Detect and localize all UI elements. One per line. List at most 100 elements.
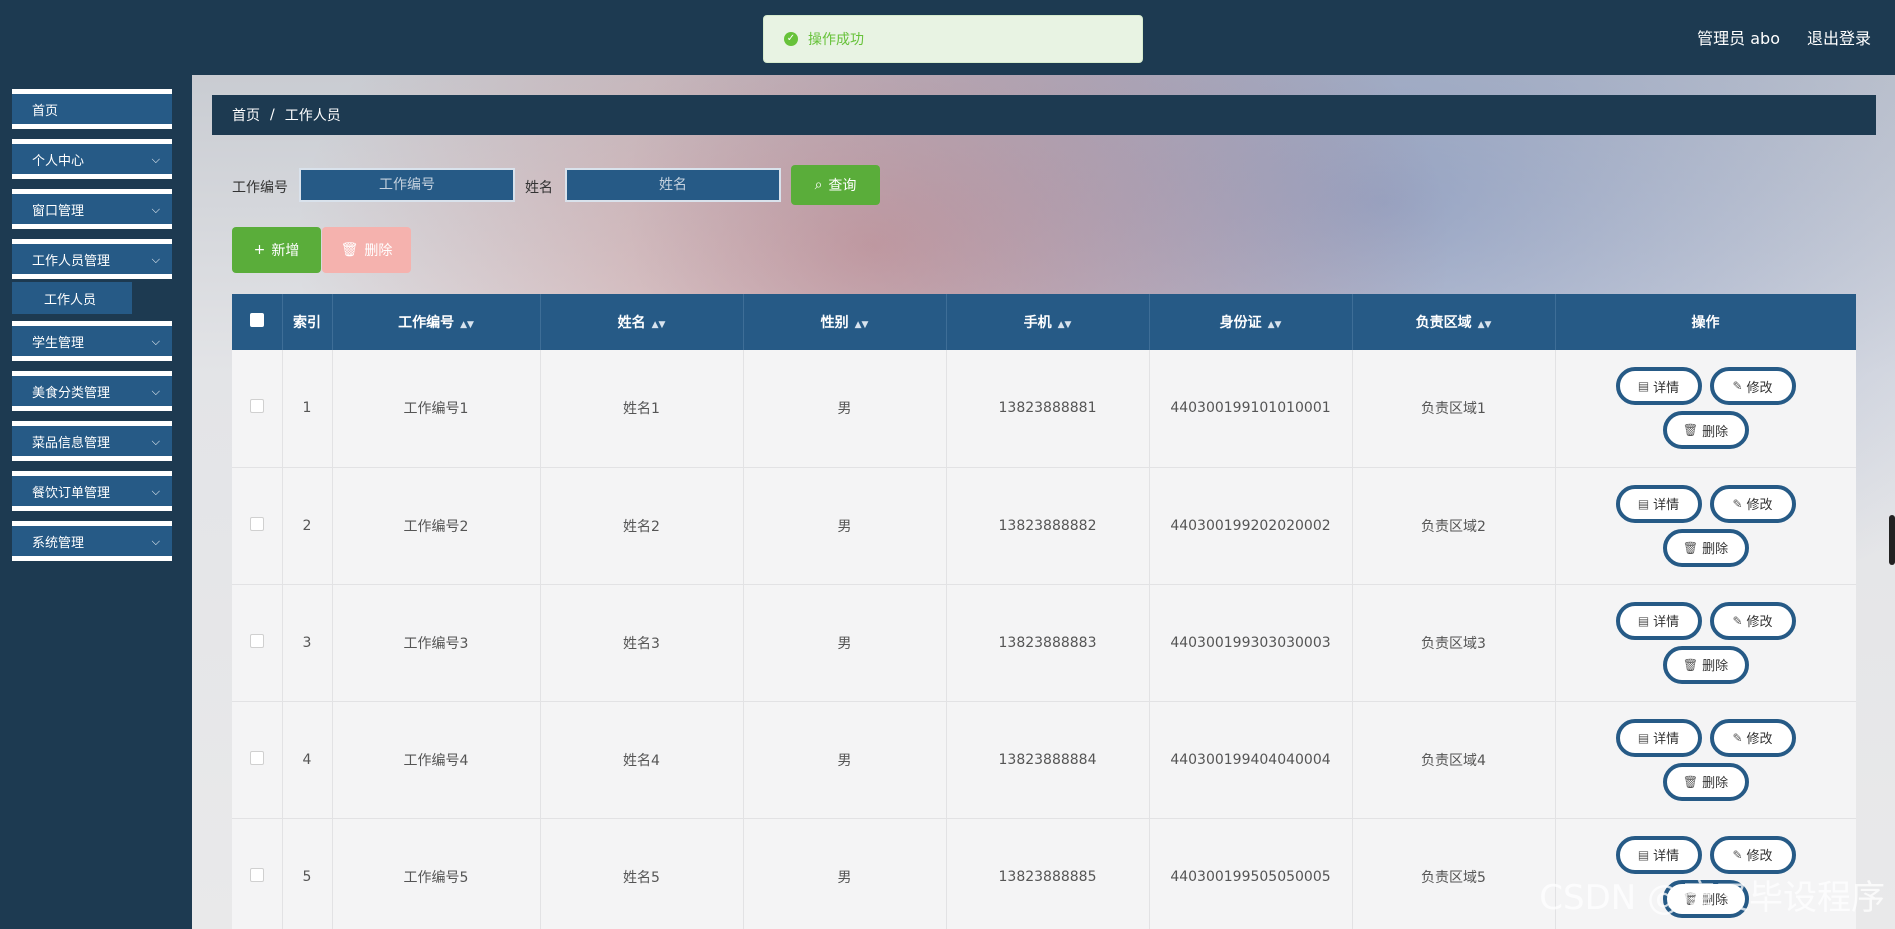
sidebar-item-profile[interactable]: 个人中心 ⌵ (12, 139, 172, 179)
breadcrumb-current: 工作人员 (284, 108, 341, 124)
edit-icon: ✎ (1732, 613, 1743, 628)
row-select-cell (232, 350, 283, 468)
cell-index: 3 (282, 584, 333, 702)
query-button[interactable]: ⌕ 查询 (791, 165, 880, 205)
batch-delete-label: 删除 (364, 243, 393, 259)
edit-button[interactable]: ✎ 修改 (1709, 835, 1796, 874)
detail-button[interactable]: ▤ 详情 (1615, 601, 1702, 640)
detail-button[interactable]: ▤ 详情 (1615, 718, 1702, 757)
name-search-label: 姓名 (525, 180, 553, 196)
edit-button[interactable]: ✎ 修改 (1709, 601, 1796, 640)
col-code[interactable]: 工作编号 ▲▼ (332, 294, 541, 350)
edit-icon: ✎ (1732, 730, 1743, 745)
edit-label: 修改 (1746, 732, 1773, 747)
cell-name: 姓名3 (540, 584, 744, 702)
sidebar-item-orders[interactable]: 餐饮订单管理 ⌵ (12, 471, 172, 511)
chevron-down-icon: ⌵ (151, 485, 160, 498)
cell-phone: 13823888884 (946, 701, 1150, 819)
cell-id-card: 440300199101010001 (1149, 350, 1353, 468)
code-search-input[interactable] (299, 168, 515, 202)
row-checkbox[interactable] (249, 633, 264, 648)
edit-button[interactable]: ✎ 修改 (1709, 718, 1796, 757)
chevron-down-icon: ⌵ (151, 153, 160, 166)
sort-icon[interactable]: ▲▼ (460, 320, 474, 330)
cell-gender: 男 (743, 350, 947, 468)
sidebar-item-food-category[interactable]: 美食分类管理 ⌵ (12, 371, 172, 411)
cell-gender: 男 (743, 584, 947, 702)
col-name[interactable]: 姓名 ▲▼ (540, 294, 744, 350)
sidebar-item-label: 菜品信息管理 (32, 435, 111, 451)
delete-button[interactable]: 🗑 删除 (1662, 762, 1749, 801)
sidebar-item-label: 餐饮订单管理 (32, 485, 111, 501)
code-search-label: 工作编号 (232, 180, 288, 196)
breadcrumb: 首页 / 工作人员 (212, 95, 1876, 135)
col-area[interactable]: 负责区域 ▲▼ (1352, 294, 1556, 350)
delete-button[interactable]: 🗑 删除 (1662, 411, 1749, 450)
edit-label: 修改 (1746, 615, 1773, 630)
cell-name: 姓名2 (540, 467, 744, 585)
delete-label: 删除 (1702, 424, 1729, 440)
delete-button[interactable]: 🗑 删除 (1662, 528, 1749, 567)
sidebar: 首页 个人中心 ⌵ 窗口管理 ⌵ 工作人员管理 ⌵ 工作人员 学生管理 ⌵ 美食… (0, 75, 192, 929)
col-code-label: 工作编号 (398, 315, 455, 331)
scrollbar-thumb[interactable] (1889, 515, 1895, 565)
cell-gender: 男 (743, 818, 947, 929)
table-header-row: 索引 工作编号 ▲▼ 姓名 ▲▼ 性别 ▲▼ 手机 ▲▼ 身份证 ▲▼ 负责区域 ▲▼ 操作 (232, 294, 1856, 350)
cell-phone: 13823888885 (946, 818, 1150, 929)
detail-button[interactable]: ▤ 详情 (1615, 835, 1702, 874)
delete-label: 删除 (1702, 542, 1729, 557)
select-all-cell (232, 294, 283, 350)
col-id-card[interactable]: 身份证 ▲▼ (1149, 294, 1353, 350)
cell-phone: 13823888883 (946, 584, 1150, 702)
chevron-down-icon: ⌵ (151, 535, 160, 548)
sidebar-subitem-staff[interactable]: 工作人员 (12, 282, 132, 314)
sort-icon[interactable]: ▲▼ (1268, 320, 1282, 330)
sidebar-item-system[interactable]: 系统管理 ⌵ (12, 521, 172, 561)
cell-name: 姓名4 (540, 701, 744, 819)
sidebar-item-window[interactable]: 窗口管理 ⌵ (12, 189, 172, 229)
col-actions: 操作 (1555, 294, 1856, 350)
edit-button[interactable]: ✎ 修改 (1709, 484, 1796, 523)
cell-index: 1 (282, 350, 333, 468)
row-checkbox[interactable] (249, 516, 264, 531)
row-checkbox[interactable] (249, 867, 264, 882)
success-toast: ✓ 操作成功 (763, 15, 1143, 63)
document-icon: ▤ (1637, 847, 1650, 862)
query-button-label: 查询 (828, 178, 857, 194)
sidebar-item-label: 首页 (32, 103, 59, 119)
col-gender[interactable]: 性别 ▲▼ (743, 294, 947, 350)
cell-actions: ▤ 详情 ✎ 修改 🗑 删除 (1555, 584, 1856, 702)
row-checkbox[interactable] (249, 750, 264, 765)
sort-icon[interactable]: ▲▼ (855, 320, 869, 330)
batch-delete-button[interactable]: 🗑 删除 (322, 227, 411, 273)
breadcrumb-home[interactable]: 首页 (232, 105, 260, 125)
name-search-input[interactable] (565, 168, 781, 202)
edit-label: 修改 (1746, 380, 1773, 396)
sidebar-item-staff-mgmt[interactable]: 工作人员管理 ⌵ (12, 239, 172, 279)
cell-area: 负责区域5 (1352, 818, 1556, 929)
sidebar-item-label: 美食分类管理 (32, 385, 111, 401)
delete-label: 删除 (1702, 659, 1729, 674)
delete-button[interactable]: 🗑 删除 (1662, 645, 1749, 684)
add-button[interactable]: + 新增 (232, 227, 321, 273)
detail-button[interactable]: ▤ 详情 (1615, 484, 1702, 523)
sort-icon[interactable]: ▲▼ (1058, 320, 1072, 330)
select-all-checkbox[interactable] (249, 313, 264, 327)
detail-button[interactable]: ▤ 详情 (1615, 367, 1702, 406)
sidebar-item-dish-info[interactable]: 菜品信息管理 ⌵ (12, 421, 172, 461)
sidebar-item-label: 学生管理 (32, 335, 85, 351)
sidebar-item-home[interactable]: 首页 (12, 89, 172, 129)
col-phone[interactable]: 手机 ▲▼ (946, 294, 1150, 350)
breadcrumb-separator: / (270, 107, 275, 123)
edit-button[interactable]: ✎ 修改 (1709, 367, 1796, 406)
edit-label: 修改 (1746, 498, 1773, 513)
row-checkbox[interactable] (249, 399, 264, 414)
sidebar-item-student[interactable]: 学生管理 ⌵ (12, 321, 172, 361)
col-id-card-label: 身份证 (1219, 315, 1262, 331)
cell-index: 5 (282, 818, 333, 929)
logout-link[interactable]: 退出登录 (1807, 25, 1871, 49)
sort-icon[interactable]: ▲▼ (652, 320, 666, 330)
row-select-cell (232, 701, 283, 819)
sort-icon[interactable]: ▲▼ (1478, 320, 1492, 330)
table-row: 1 工作编号1 姓名1 男 13823888881 440300199101010001 负… (232, 350, 1856, 468)
